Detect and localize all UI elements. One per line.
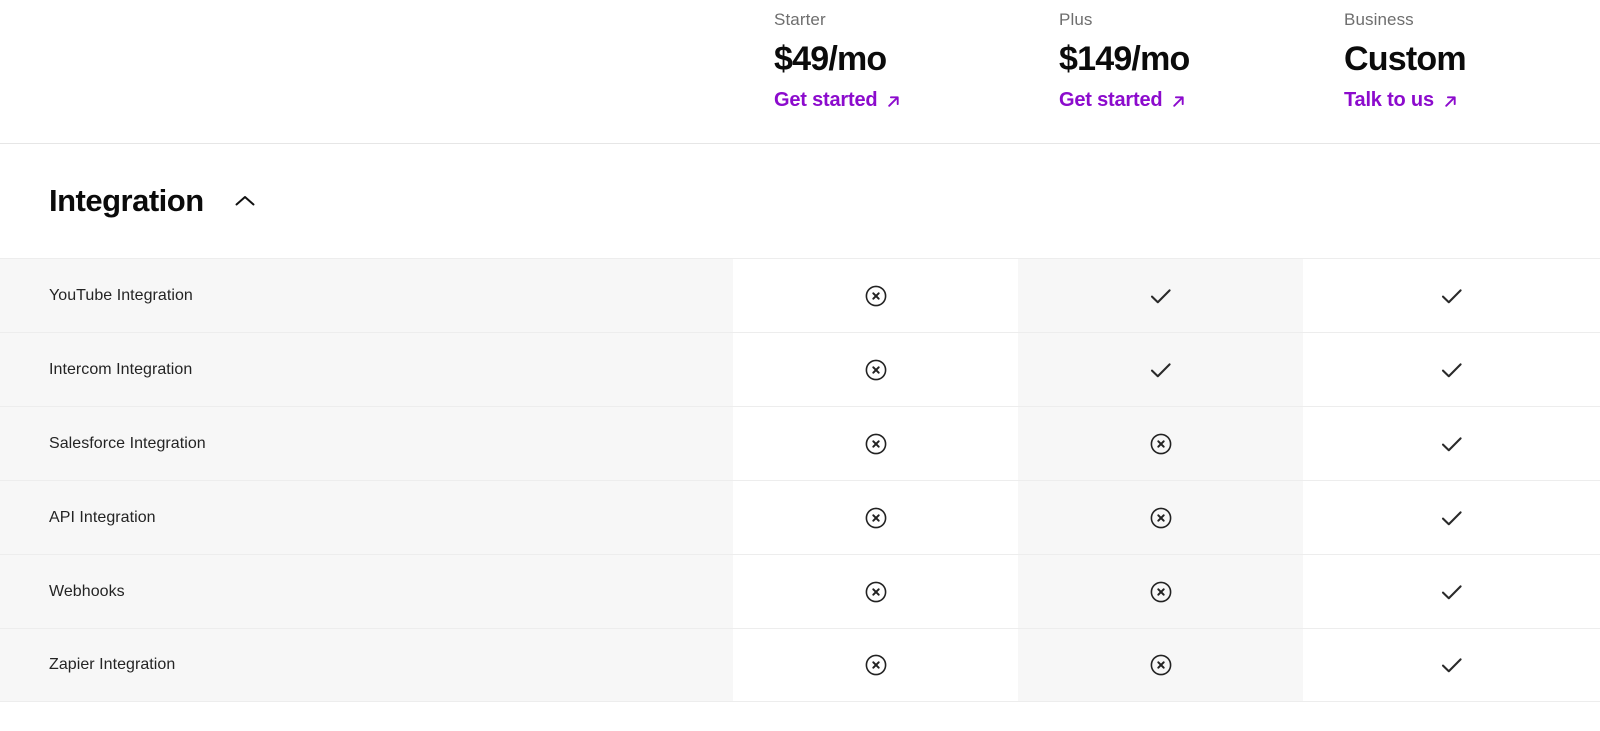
feature-label: Intercom Integration [0, 333, 733, 406]
plan-cta-label: Get started [774, 89, 878, 111]
chevron-up-icon[interactable] [230, 186, 260, 216]
feature-comparison-table: YouTube Integration Intercom Integration… [0, 258, 1600, 702]
arrow-up-right-icon [1443, 94, 1458, 109]
feature-value-plus [1018, 259, 1303, 332]
circle-x-icon [1148, 505, 1174, 531]
feature-label: YouTube Integration [0, 259, 733, 332]
circle-x-icon [863, 652, 889, 678]
plan-header-row: Starter $49/mo Get started Plus $149/mo … [0, 0, 1600, 144]
plan-cta-business[interactable]: Talk to us [1344, 87, 1458, 113]
table-row: Webhooks [0, 554, 1600, 628]
plan-column-plus: Plus $149/mo Get started [1018, 0, 1303, 143]
circle-x-icon [863, 283, 889, 309]
feature-value-plus [1018, 481, 1303, 554]
check-icon [1439, 357, 1465, 383]
feature-value-business [1303, 481, 1600, 554]
check-icon [1439, 579, 1465, 605]
arrow-up-right-icon [1171, 94, 1186, 109]
plan-header-spacer [0, 0, 733, 143]
feature-value-business [1303, 407, 1600, 480]
feature-value-starter [733, 481, 1018, 554]
feature-value-plus [1018, 629, 1303, 701]
table-row: Salesforce Integration [0, 406, 1600, 480]
feature-value-plus [1018, 333, 1303, 406]
feature-label: Zapier Integration [0, 629, 733, 701]
circle-x-icon [1148, 652, 1174, 678]
feature-value-business [1303, 259, 1600, 332]
section-header-integration[interactable]: Integration [0, 144, 1600, 258]
feature-label: Webhooks [0, 555, 733, 628]
check-icon [1148, 357, 1174, 383]
circle-x-icon [863, 357, 889, 383]
circle-x-icon [1148, 579, 1174, 605]
plan-cta-starter[interactable]: Get started [774, 87, 901, 113]
feature-value-starter [733, 407, 1018, 480]
arrow-up-right-icon [886, 94, 901, 109]
plan-column-starter: Starter $49/mo Get started [733, 0, 1018, 143]
feature-value-business [1303, 333, 1600, 406]
feature-label: API Integration [0, 481, 733, 554]
table-row: Intercom Integration [0, 332, 1600, 406]
table-row: Zapier Integration [0, 628, 1600, 702]
circle-x-icon [1148, 431, 1174, 457]
feature-value-starter [733, 259, 1018, 332]
feature-value-starter [733, 629, 1018, 701]
check-icon [1439, 505, 1465, 531]
table-row: YouTube Integration [0, 258, 1600, 332]
check-icon [1439, 652, 1465, 678]
plan-name: Plus [1059, 10, 1093, 29]
plan-name: Business [1344, 10, 1414, 29]
check-icon [1439, 283, 1465, 309]
circle-x-icon [863, 579, 889, 605]
feature-value-business [1303, 629, 1600, 701]
plan-price: Custom [1344, 40, 1467, 78]
feature-value-starter [733, 333, 1018, 406]
circle-x-icon [863, 505, 889, 531]
feature-value-plus [1018, 407, 1303, 480]
plan-name: Starter [774, 10, 826, 29]
plan-price: $49/mo [774, 40, 887, 78]
plan-price: $149/mo [1059, 40, 1190, 78]
plan-cta-plus[interactable]: Get started [1059, 87, 1186, 113]
plan-column-business: Business Custom Talk to us [1303, 0, 1600, 143]
feature-value-business [1303, 555, 1600, 628]
feature-value-plus [1018, 555, 1303, 628]
plan-cta-label: Talk to us [1344, 89, 1434, 111]
feature-value-starter [733, 555, 1018, 628]
plan-cta-label: Get started [1059, 89, 1163, 111]
check-icon [1148, 283, 1174, 309]
section-title: Integration [49, 183, 204, 218]
table-row: API Integration [0, 480, 1600, 554]
feature-label: Salesforce Integration [0, 407, 733, 480]
circle-x-icon [863, 431, 889, 457]
check-icon [1439, 431, 1465, 457]
